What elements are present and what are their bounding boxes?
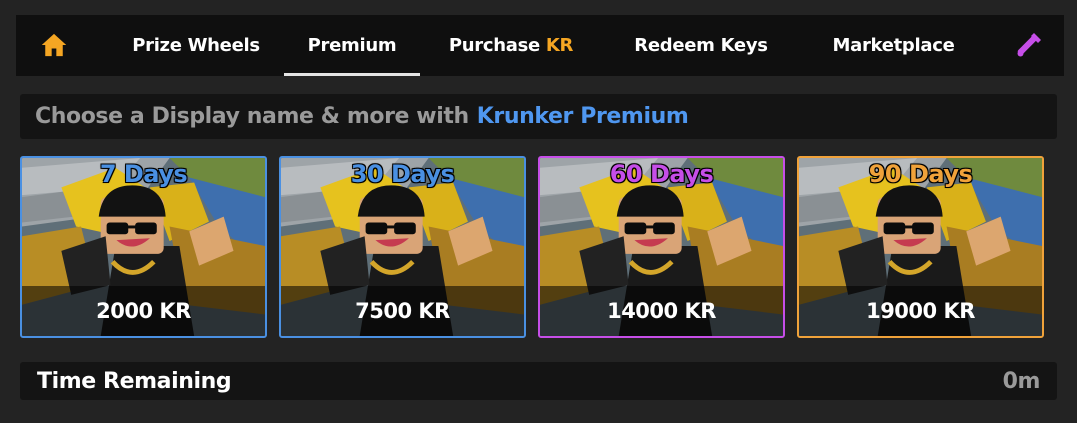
home-icon[interactable] — [40, 31, 68, 59]
card-price-bar: 7500 KR — [281, 286, 524, 336]
card-duration-label: 60 Days — [609, 160, 714, 188]
tab-label: Redeem Keys — [634, 35, 768, 56]
tab-label: Purchase — [448, 35, 540, 56]
time-remaining-label: Time Remaining — [37, 368, 232, 394]
time-remaining-value: 0m — [1002, 368, 1041, 394]
card-price: 7500 KR — [355, 299, 450, 323]
card-price-bar: 14000 KR — [540, 286, 783, 336]
card-duration-label: 30 Days — [350, 160, 455, 188]
tab-label: Prize Wheels — [132, 35, 260, 56]
card-price-bar: 2000 KR — [22, 286, 265, 336]
card-price: 19000 KR — [866, 299, 975, 323]
card-price: 14000 KR — [607, 299, 716, 323]
krunker-premium-link[interactable]: Krunker Premium — [477, 104, 689, 129]
top-nav: Prize Wheels Premium Purchase KR Redeem K… — [16, 15, 1064, 76]
promo-text: Choose a Display name & more with — [35, 104, 469, 129]
tab-premium[interactable]: Premium — [284, 15, 420, 76]
active-tab-indicator — [284, 73, 420, 76]
card-price: 2000 KR — [96, 299, 191, 323]
premium-card-7-days[interactable]: 7 Days 2000 KR — [20, 156, 267, 338]
premium-card-60-days[interactable]: 60 Days 14000 KR — [538, 156, 785, 338]
kr-label: KR — [545, 35, 574, 56]
card-price-bar: 19000 KR — [799, 286, 1042, 336]
tab-label: Premium — [307, 35, 397, 56]
wrench-icon[interactable] — [1014, 30, 1044, 60]
tab-purchase-kr[interactable]: Purchase KR — [441, 15, 581, 76]
premium-card-90-days[interactable]: 90 Days 19000 KR — [797, 156, 1044, 338]
tab-marketplace[interactable]: Marketplace — [821, 15, 966, 76]
time-remaining-bar: Time Remaining 0m — [20, 362, 1057, 400]
card-duration-label: 90 Days — [868, 160, 973, 188]
premium-card-30-days[interactable]: 30 Days 7500 KR — [279, 156, 526, 338]
tab-prize-wheels[interactable]: Prize Wheels — [126, 15, 266, 76]
card-duration-label: 7 Days — [99, 160, 188, 188]
tab-label: Marketplace — [832, 35, 955, 56]
premium-promo-banner: Choose a Display name & more with Krunke… — [20, 94, 1057, 139]
tab-redeem-keys[interactable]: Redeem Keys — [626, 15, 776, 76]
